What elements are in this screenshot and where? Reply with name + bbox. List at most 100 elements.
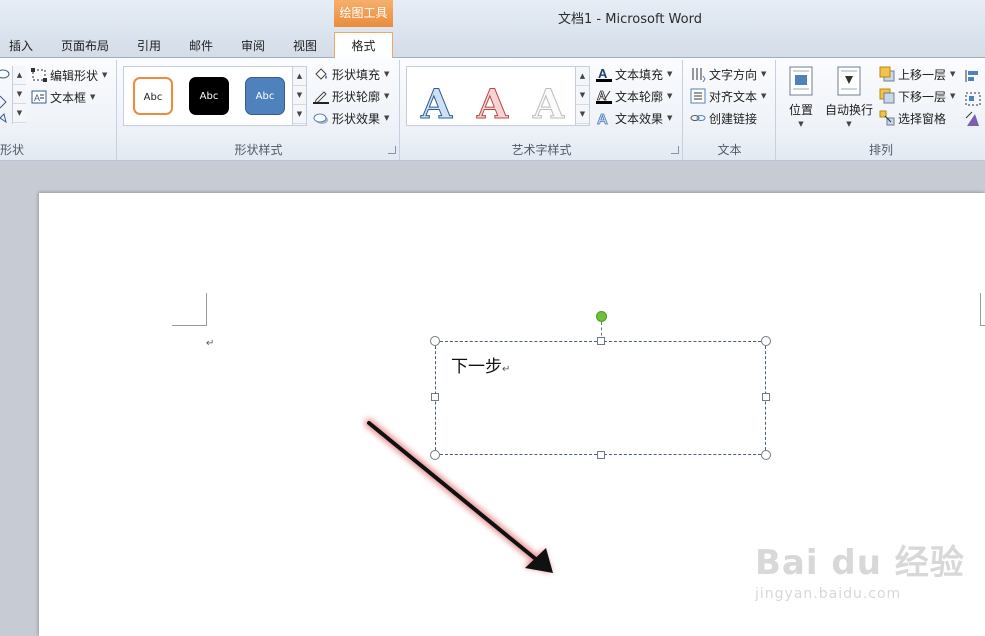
paint-bucket-icon — [313, 66, 329, 82]
selection-pane-icon — [879, 110, 895, 126]
text-effects-icon: A — [596, 110, 612, 126]
tab-page-layout[interactable]: 页面布局 — [54, 34, 116, 58]
paragraph-mark: ↵ — [502, 364, 511, 375]
group-shape-styles: Abc Abc Abc ▲ ▼ ▼ 形状填充 ▼ 形状轮廓 ▼ 形状效果 ▼ 形… — [118, 60, 400, 160]
tab-mailings[interactable]: 邮件 — [180, 34, 222, 58]
shapes-gallery-scroll[interactable]: ▲ ▼ ▼ — [12, 66, 26, 124]
tab-view[interactable]: 视图 — [284, 34, 326, 58]
more-icon[interactable]: ▼ — [13, 104, 26, 124]
scroll-up-icon[interactable]: ▲ — [293, 67, 306, 87]
shape-fill-button[interactable]: 形状填充 ▼ — [313, 64, 389, 84]
chevron-down-icon: ▼ — [950, 70, 956, 78]
window-title: 文档1 - Microsoft Word — [558, 12, 702, 27]
shape-styles-scroll[interactable]: ▲ ▼ ▼ — [292, 67, 306, 125]
resize-handle-top-left[interactable] — [430, 336, 440, 346]
group-label-shapes: 形状 — [0, 143, 25, 157]
text-effects-button[interactable]: A 文本效果 ▼ — [596, 108, 673, 128]
shape-effects-icon — [313, 110, 329, 126]
annotation-arrow — [364, 418, 553, 573]
selection-pane-button[interactable]: 选择窗格 — [879, 108, 946, 128]
scroll-up-icon[interactable]: ▲ — [13, 66, 26, 86]
resize-handle-right[interactable] — [762, 393, 770, 401]
resize-handle-left[interactable] — [431, 393, 439, 401]
align-icon[interactable] — [965, 70, 978, 82]
wrap-text-label: 自动换行 — [824, 103, 873, 117]
text-fill-label: 文本填充 — [615, 67, 664, 82]
resize-handle-bottom-right[interactable] — [761, 450, 771, 460]
shape-style-swatch[interactable]: Abc — [189, 77, 229, 115]
chevron-down-icon: ▼ — [798, 120, 804, 128]
shape-outline-button[interactable]: 形状轮廓 ▼ — [313, 86, 389, 106]
edit-shape-button[interactable]: 编辑形状 ▼ — [31, 65, 107, 85]
chevron-down-icon: ▼ — [667, 92, 673, 100]
shape-effects-button[interactable]: 形状效果 ▼ — [313, 108, 389, 128]
scroll-down-icon[interactable]: ▼ — [13, 85, 26, 105]
text-outline-button[interactable]: A 文本轮廓 ▼ — [596, 86, 672, 106]
tab-references[interactable]: 引用 — [128, 34, 170, 58]
text-box-content[interactable]: 下一步↵ — [451, 352, 510, 377]
chevron-down-icon: ▼ — [384, 70, 390, 78]
title-bar: 绘图工具 文档1 - Microsoft Word — [0, 0, 985, 34]
align-text-button[interactable]: 对齐文本 ▼ — [690, 86, 766, 106]
send-backward-button[interactable]: 下移一层 ▼ — [879, 86, 955, 106]
text-box-label: 文本框 — [50, 90, 87, 105]
text-fill-icon: A — [596, 66, 612, 82]
group-label-shape-styles: 形状样式 — [234, 143, 283, 157]
bring-forward-icon — [879, 66, 895, 82]
svg-text:A: A — [34, 93, 40, 103]
svg-text:A: A — [597, 88, 607, 103]
wordart-gallery[interactable]: A A A ▲ ▼ ▼ — [406, 66, 590, 129]
position-button[interactable]: 位置 ▼ — [785, 66, 817, 128]
send-backward-icon — [879, 88, 895, 104]
wordart-style-red[interactable]: A — [476, 81, 508, 129]
rotate-icon[interactable] — [965, 111, 979, 126]
paragraph-mark: ↵ — [206, 338, 215, 349]
tab-format[interactable]: 格式 — [334, 32, 393, 59]
create-link-button[interactable]: 创建链接 — [690, 108, 757, 128]
align-text-icon — [690, 88, 706, 104]
chevron-down-icon: ▼ — [761, 92, 767, 100]
scroll-down-icon[interactable]: ▼ — [293, 86, 306, 106]
wordart-style-white[interactable]: A — [532, 81, 564, 129]
group-text: 文字方向 ▼ 对齐文本 ▼ 创建链接 文本 — [684, 60, 776, 160]
wrap-text-icon — [837, 66, 861, 96]
group-label-wordart-styles: 艺术字样式 — [511, 143, 572, 157]
rotate-handle[interactable] — [596, 311, 607, 322]
text-fill-button[interactable]: A 文本填充 ▼ — [596, 64, 672, 84]
edit-shape-label: 编辑形状 — [50, 68, 99, 83]
svg-text:A: A — [597, 111, 608, 126]
edit-shape-icon — [31, 67, 47, 83]
scroll-down-icon[interactable]: ▼ — [576, 86, 589, 106]
resize-handle-top[interactable] — [597, 337, 605, 345]
dialog-launcher-icon[interactable] — [388, 146, 396, 154]
align-text-label: 对齐文本 — [709, 89, 758, 104]
resize-handle-top-right[interactable] — [761, 336, 771, 346]
shape-styles-gallery[interactable]: Abc Abc Abc ▲ ▼ ▼ — [123, 66, 307, 126]
position-icon — [789, 66, 813, 96]
shape-style-swatch[interactable]: Abc — [133, 77, 173, 115]
baidu-jingyan-watermark: Bai du 经验 jingyan.baidu.com — [755, 535, 965, 602]
tab-insert[interactable]: 插入 — [0, 34, 42, 58]
shapes-gallery-partial[interactable] — [0, 66, 12, 124]
wordart-gallery-scroll[interactable]: ▲ ▼ ▼ — [575, 67, 589, 125]
shape-fill-label: 形状填充 — [332, 67, 381, 82]
chevron-down-icon: ▼ — [950, 92, 956, 100]
text-direction-button[interactable]: 文字方向 ▼ — [690, 64, 766, 84]
wordart-style-blue[interactable]: A — [420, 81, 452, 129]
bring-forward-button[interactable]: 上移一层 ▼ — [879, 64, 955, 84]
text-box-text: 下一步 — [451, 357, 502, 377]
ribbon: ▲ ▼ ▼ 编辑形状▼ A 文本框▼ 形状 Abc Abc Abc ▲ ▼ — [0, 58, 985, 161]
chevron-down-icon: ▼ — [384, 114, 390, 122]
tab-review[interactable]: 审阅 — [232, 34, 274, 58]
group-arrange: 位置 ▼ 自动换行 ▼ 上移一层 ▼ 下移一层 ▼ 选择窗格 排列 — [777, 60, 985, 160]
dialog-launcher-icon[interactable] — [671, 146, 679, 154]
wrap-text-button[interactable]: 自动换行 ▼ — [823, 66, 875, 128]
group-icon[interactable] — [965, 92, 981, 106]
chevron-down-icon: ▼ — [102, 71, 108, 79]
text-box-button[interactable]: A 文本框 ▼ — [31, 87, 95, 107]
more-icon[interactable]: ▼ — [576, 105, 589, 125]
more-icon[interactable]: ▼ — [293, 105, 306, 125]
resize-handle-bottom[interactable] — [597, 451, 605, 459]
shape-style-swatch[interactable]: Abc — [245, 77, 285, 115]
scroll-up-icon[interactable]: ▲ — [576, 67, 589, 87]
